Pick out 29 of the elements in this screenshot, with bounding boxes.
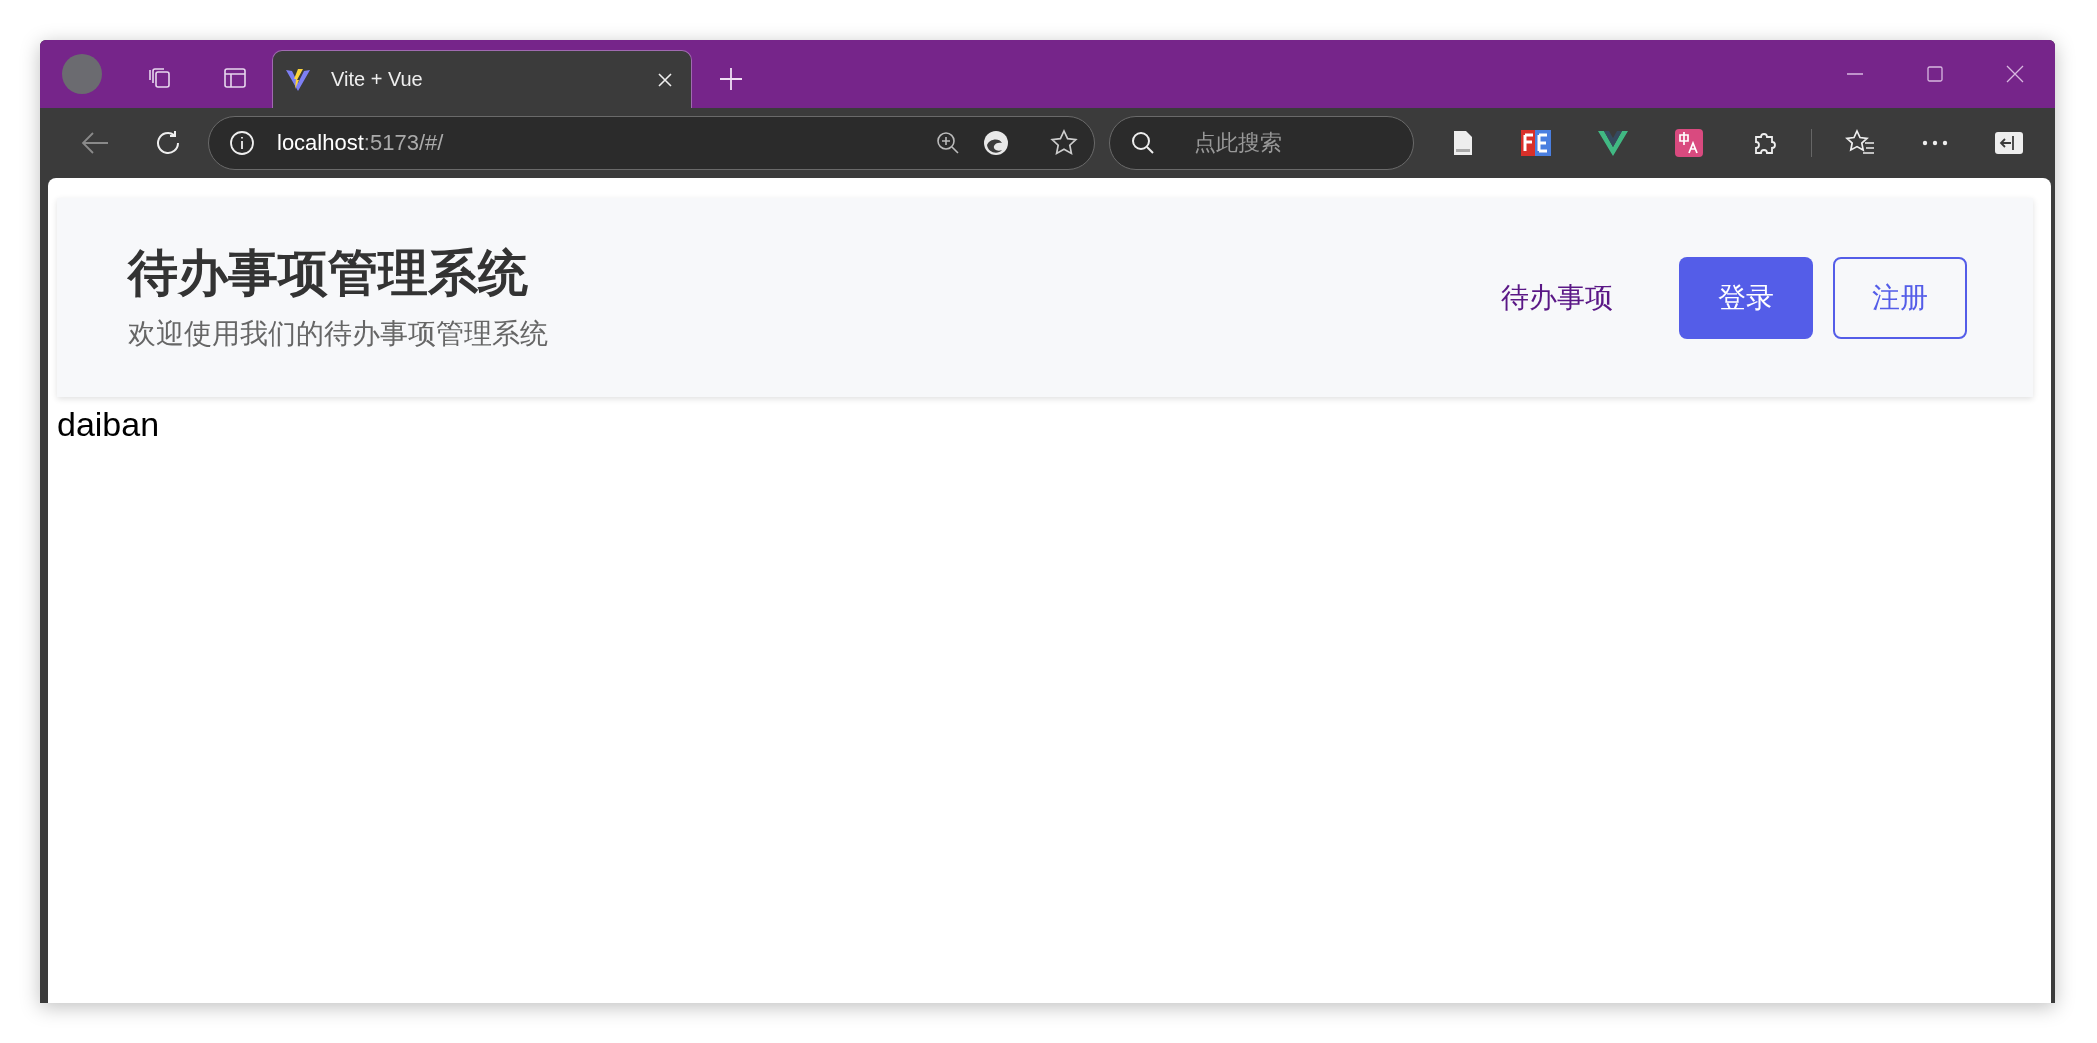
info-icon[interactable] (229, 130, 255, 156)
login-button[interactable]: 登录 (1679, 256, 1813, 339)
star-icon[interactable] (1050, 129, 1078, 157)
document-icon[interactable] (1452, 130, 1474, 156)
more-icon[interactable] (1922, 139, 1948, 147)
reload-icon[interactable] (154, 129, 182, 157)
search-field[interactable]: 点此搜索 (1109, 116, 1414, 170)
maximize-icon[interactable] (1925, 64, 1945, 84)
v-logo-icon[interactable] (1598, 130, 1628, 156)
lightning-logo-icon (285, 66, 311, 93)
plus-icon[interactable] (718, 66, 744, 92)
translate-icon[interactable] (1675, 129, 1703, 157)
close-icon[interactable] (2005, 64, 2025, 84)
site-subtitle: 欢迎使用我们的待办事项管理系统 (128, 316, 548, 351)
search-icon (1131, 131, 1155, 155)
sidebar-panel-icon[interactable] (222, 65, 248, 91)
content-text: daiban (57, 405, 160, 444)
browser-tab[interactable]: Vite + Vue (272, 50, 692, 108)
site-title: 待办事项管理系统 (128, 243, 529, 303)
zoom-in-icon[interactable] (936, 131, 960, 155)
register-button[interactable]: 注册 (1833, 256, 1967, 339)
extension-logo-icon[interactable] (1521, 129, 1551, 157)
url-text: localhost:5173/#/ (277, 130, 444, 156)
swirl-logo-icon[interactable] (982, 129, 1010, 157)
nav-link[interactable]: 待办事项 (1501, 278, 1613, 317)
favorites-icon[interactable] (1845, 129, 1875, 157)
back-arrow-icon[interactable] (80, 130, 110, 156)
address-bar[interactable]: localhost:5173/#/ (208, 116, 1095, 170)
sidebar-icon[interactable] (1995, 132, 2023, 154)
